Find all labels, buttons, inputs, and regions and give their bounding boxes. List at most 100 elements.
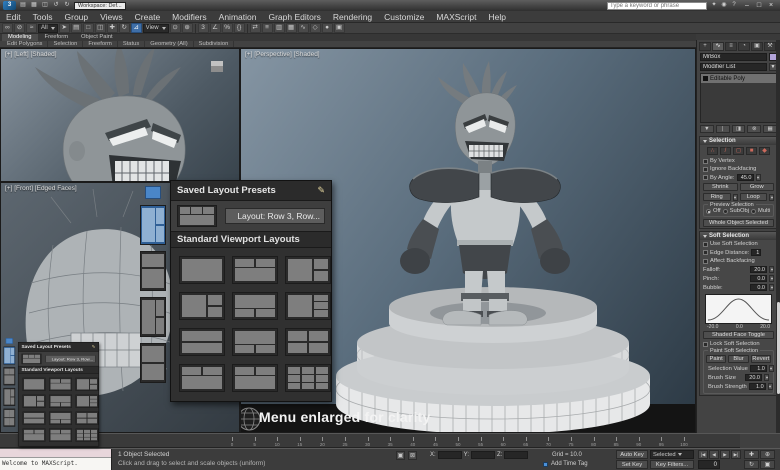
y-coordinate-field[interactable] (471, 451, 495, 459)
menu-rendering[interactable]: Rendering (327, 11, 378, 23)
affect-backfacing-checkbox[interactable] (703, 259, 708, 264)
layout-thumbnail-one-left-three-right[interactable] (76, 395, 99, 408)
select-object-icon[interactable]: ➤ (59, 23, 70, 33)
z-coordinate-field[interactable] (504, 451, 528, 459)
layout-thumbnail-two-h[interactable] (179, 328, 225, 356)
ribbon-tab-object-paint[interactable]: Object Paint (75, 34, 119, 41)
infocenter-search-input[interactable] (607, 2, 707, 10)
border-mode-icon[interactable]: ◻ (733, 147, 744, 155)
modifier-stack-item[interactable]: Editable Poly (701, 74, 776, 83)
angle-value-field[interactable]: 45.0 (737, 174, 754, 181)
layout-thumbnail-one-left-two-right[interactable] (3, 388, 15, 406)
schematic-view-icon[interactable]: ◇ (310, 23, 321, 33)
layout-thumbnail-two-top-one-bottom[interactable] (23, 428, 46, 441)
brush-strength-spinner[interactable] (768, 383, 773, 390)
polygon-mode-icon[interactable]: ■ (746, 147, 757, 155)
mirror-icon[interactable]: ⇄ (250, 23, 261, 33)
go-to-end-button[interactable]: ▶| (731, 450, 741, 459)
modifier-list-dropdown[interactable]: Modifier List (700, 63, 767, 71)
edge-distance-field[interactable]: 1 (751, 249, 761, 256)
workspace-dropdown[interactable]: Workspace: Def... (74, 2, 126, 10)
layout-thumbnail-single[interactable] (179, 256, 225, 284)
listener-macro-row[interactable] (0, 449, 111, 458)
ribbon-tab-modeling[interactable]: Modeling (2, 34, 38, 41)
ring-spinner[interactable] (733, 194, 738, 201)
layout-thumbnail-two-top-one-bottom[interactable] (232, 256, 278, 284)
saved-preset-label[interactable]: Layout: Row 3, Row... (225, 208, 325, 224)
add-time-tag-button[interactable]: Add Time Tag (551, 461, 588, 467)
ribbon-panel-geometry-all-[interactable]: Geometry (All) (145, 41, 193, 47)
falloff-field[interactable]: 20.0 (750, 266, 767, 273)
shaded-face-toggle-button[interactable]: Shaded Face Toggle (703, 331, 774, 339)
layout-thumbnail-one-left-two-right[interactable] (140, 205, 166, 245)
layout-thumbnail-one-top-two-bottom[interactable] (49, 395, 72, 408)
viewport-perspective-label[interactable]: [+] [Perspective] [Shaded] (245, 51, 320, 58)
angle-spinner[interactable] (756, 174, 761, 181)
menu-create[interactable]: Create (129, 11, 167, 23)
menu-graph-editors[interactable]: Graph Editors (262, 11, 326, 23)
unlink-selection-icon[interactable]: ⊘ (14, 23, 25, 33)
ring-button[interactable]: Ring (703, 193, 731, 201)
edit-presets-pencil-icon[interactable]: ✎ (317, 185, 325, 196)
display-tab-icon[interactable]: ▣ (751, 42, 763, 51)
x-coordinate-field[interactable] (438, 451, 462, 459)
select-and-scale-icon[interactable]: ⊿ (131, 23, 142, 33)
bind-to-space-warp-icon[interactable]: ≈ (26, 23, 37, 33)
saved-preset-row[interactable]: Layout: Row 3, Row... (171, 201, 331, 231)
soft-selection-rollout-header[interactable]: Soft Selection (700, 232, 777, 240)
pinch-field[interactable]: 0.0 (750, 275, 767, 282)
track-bar[interactable]: 0510152025303540455055606570758085909510… (0, 433, 740, 448)
pin-stack-icon[interactable]: ▼ (700, 125, 714, 133)
menu-tools[interactable]: Tools (27, 11, 59, 23)
ribbon-panel-freeform[interactable]: Freeform (83, 41, 118, 47)
preview-subobj-radio[interactable] (723, 209, 728, 214)
menu-modifiers[interactable]: Modifiers (166, 11, 212, 23)
layout-thumbnail-grid4[interactable] (76, 412, 99, 425)
edge-distance-checkbox[interactable] (703, 250, 708, 255)
layout-thumbnail-grid9[interactable] (285, 364, 331, 392)
viewport-layout-active-tab[interactable] (6, 338, 13, 344)
edit-presets-pencil-icon[interactable]: ✎ (92, 344, 96, 349)
revert-button[interactable]: Revert (751, 355, 771, 363)
menu-animation[interactable]: Animation (213, 11, 263, 23)
by-vertex-checkbox[interactable] (703, 159, 708, 164)
preview-off-radio[interactable] (706, 209, 711, 214)
object-name-field[interactable]: MrBox (700, 53, 767, 61)
align-icon[interactable]: ≡ (262, 23, 273, 33)
layout-thumbnail-one-top-two-bottom[interactable] (232, 292, 278, 320)
layout-thumbnail-one-left-two-right[interactable] (140, 297, 166, 337)
edge-mode-icon[interactable]: / (720, 147, 731, 155)
brush-strength-field[interactable]: 1.0 (749, 383, 766, 390)
layer-manager-icon[interactable]: ▥ (274, 23, 285, 33)
scrollbar-thumb[interactable] (777, 302, 780, 394)
menu-maxscript[interactable]: MAXScript (430, 11, 482, 23)
layout-thumbnail-single[interactable] (23, 378, 46, 391)
selection-filter-dropdown[interactable]: All (38, 24, 58, 33)
viewport-left-label[interactable]: [+] [Left] [Shaded] (5, 51, 57, 58)
lock-soft-selection-checkbox[interactable] (703, 342, 708, 347)
orbit-view-icon[interactable]: ↻ (744, 460, 759, 469)
window-crossing-toggle-icon[interactable]: ◫ (95, 23, 106, 33)
selection-value-field[interactable]: 1.0 (750, 365, 767, 372)
undo-icon[interactable]: ↺ (51, 1, 61, 10)
key-filters-button[interactable]: Key Filters... (650, 460, 694, 469)
app-logo-icon[interactable]: 3 (3, 1, 16, 10)
layout-thumbnail-one-left-two-right[interactable] (76, 378, 99, 391)
go-to-start-button[interactable]: |◀ (698, 450, 708, 459)
pan-view-ic[interactable]: ✚ (744, 450, 759, 459)
select-and-manipulate-icon[interactable]: ⊕ (182, 23, 193, 33)
brush-size-spinner[interactable] (764, 374, 769, 381)
layout-thumbnail-one-left-two-right[interactable] (179, 292, 225, 320)
utilities-tab-icon[interactable]: ⚒ (764, 42, 776, 51)
layout-thumbnail-grid4[interactable] (285, 328, 331, 356)
previous-frame-button[interactable]: ◀ (709, 450, 719, 459)
shrink-button[interactable]: Shrink (703, 183, 738, 191)
layout-thumbnail-grid4[interactable] (3, 409, 15, 427)
current-frame-field[interactable]: 0 (698, 460, 720, 469)
menu-group[interactable]: Group (59, 11, 95, 23)
layout-thumbnail-one-left-three-right[interactable] (285, 292, 331, 320)
modifier-stack[interactable]: Editable Poly (700, 73, 777, 123)
viewcube-front-face[interactable] (211, 66, 223, 72)
layout-thumbnail-one-left-two-right[interactable] (23, 395, 46, 408)
ribbon-panel-edit-polygons[interactable]: Edit Polygons (2, 41, 48, 47)
